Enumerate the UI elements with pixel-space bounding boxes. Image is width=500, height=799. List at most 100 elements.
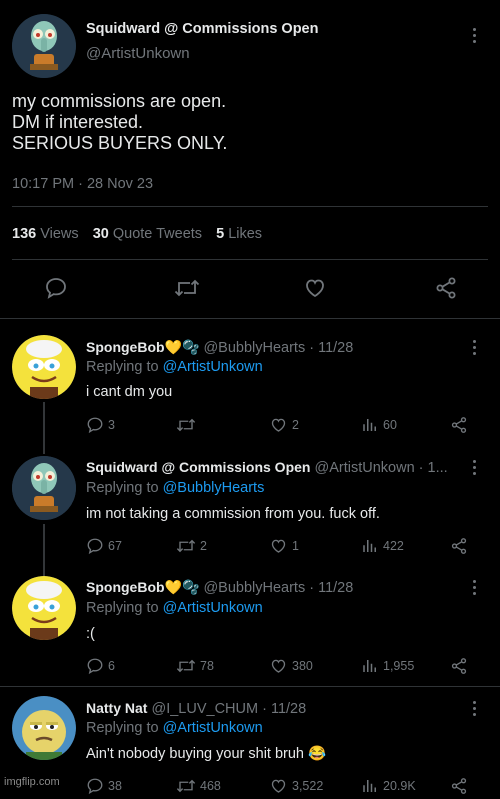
retweet-count: 468: [200, 779, 221, 793]
like-count: 1: [292, 539, 299, 553]
replying-handle[interactable]: @ArtistUnkown: [163, 600, 263, 616]
divider: [12, 259, 488, 260]
like-button[interactable]: 3,522: [269, 777, 323, 795]
reply-header: SpongeBob💛🫧 @BubblyHearts · 11/28: [86, 339, 353, 356]
quote-tweets-label[interactable]: Quote Tweets: [113, 226, 202, 242]
views-icon: [363, 780, 376, 792]
reply-header: Squidward @ Commissions Open @ArtistUnko…: [86, 459, 448, 476]
reply-actions: 67 2 1 422: [86, 537, 486, 559]
replying-to: Replying to @BubblyHearts: [86, 480, 264, 496]
reply-meta[interactable]: @BubblyHearts · 11/28: [203, 580, 353, 596]
reply-count: 6: [108, 659, 115, 673]
divider: [0, 318, 500, 319]
avatar-natty-nat[interactable]: [12, 696, 76, 760]
reply-icon[interactable]: [44, 276, 68, 305]
divider: [12, 206, 488, 207]
retweet-button[interactable]: [176, 416, 200, 434]
retweet-button[interactable]: 468: [176, 777, 221, 795]
retweet-button[interactable]: 78: [176, 657, 214, 675]
views-count: 136: [12, 226, 37, 242]
reply-button[interactable]: 38: [86, 777, 122, 795]
retweet-icon: [176, 659, 196, 673]
views-button[interactable]: 422: [361, 537, 404, 555]
views-icon: [363, 540, 376, 552]
reply-count: 3: [108, 418, 115, 432]
reply-text: Ain't nobody buying your shit bruh 😂: [86, 746, 327, 762]
replying-handle[interactable]: @ArtistUnkown: [163, 720, 263, 736]
like-icon: [271, 659, 286, 673]
replying-handle[interactable]: @BubblyHearts: [163, 480, 265, 496]
like-count: 380: [292, 659, 313, 673]
share-button[interactable]: [450, 657, 468, 675]
quote-tweets-count[interactable]: 30: [93, 226, 109, 242]
avatar-squidward[interactable]: [12, 456, 76, 520]
views-count: 1,955: [383, 659, 415, 673]
retweet-icon: [176, 418, 196, 432]
reply-icon: [87, 538, 103, 555]
reply-display-name[interactable]: Natty Nat: [86, 700, 147, 716]
more-options-icon[interactable]: [472, 460, 478, 478]
more-options-icon[interactable]: [472, 28, 478, 46]
avatar-spongebob[interactable]: [12, 335, 76, 399]
reply-actions: 38 468 3,522 20.9K: [86, 777, 486, 799]
replying-prefix: Replying to: [86, 359, 159, 375]
like-button[interactable]: 380: [269, 657, 313, 675]
more-options-icon[interactable]: [472, 701, 478, 719]
views-button[interactable]: 60: [361, 416, 397, 434]
views-count: 20.9K: [383, 779, 416, 793]
reply-icon: [87, 658, 103, 675]
reply-display-name[interactable]: Squidward @ Commissions Open: [86, 459, 310, 475]
reply-button[interactable]: 67: [86, 537, 122, 555]
reply-icon: [87, 778, 103, 795]
replying-to: Replying to @ArtistUnkown: [86, 359, 263, 375]
share-button[interactable]: [450, 777, 468, 795]
reply-meta[interactable]: @BubblyHearts · 11/28: [203, 340, 353, 356]
retweet-count: 78: [200, 659, 214, 673]
reply-header: Natty Nat @I_LUV_CHUM · 11/28: [86, 700, 306, 717]
replying-handle[interactable]: @ArtistUnkown: [163, 359, 263, 375]
more-options-icon[interactable]: [472, 340, 478, 358]
reply-display-name[interactable]: SpongeBob💛🫧: [86, 339, 199, 355]
views-icon: [363, 419, 376, 431]
tweet-timestamp[interactable]: 10:17 PM · 28 Nov 23: [12, 176, 153, 192]
share-button[interactable]: [450, 537, 468, 555]
views-button[interactable]: 20.9K: [361, 777, 416, 795]
reply-meta[interactable]: @ArtistUnkown · 1...: [315, 460, 448, 476]
views-count: 422: [383, 539, 404, 553]
more-options-icon[interactable]: [472, 580, 478, 598]
likes-count[interactable]: 5: [216, 226, 224, 242]
replying-to: Replying to @ArtistUnkown: [86, 600, 263, 616]
main-actions: [0, 276, 500, 304]
avatar-spongebob[interactable]: [12, 576, 76, 640]
avatar-squidward[interactable]: [12, 14, 76, 78]
reply-actions: 6 78 380 1,955: [86, 657, 486, 679]
main-display-name[interactable]: Squidward @ Commissions Open: [86, 21, 318, 37]
thread-line: [43, 524, 45, 576]
likes-label[interactable]: Likes: [228, 226, 262, 242]
reply-display-name[interactable]: SpongeBob💛🫧: [86, 579, 199, 595]
watermark: imgflip.com: [4, 776, 60, 788]
share-button[interactable]: [450, 416, 468, 434]
replying-prefix: Replying to: [86, 720, 159, 736]
retweet-button[interactable]: 2: [176, 537, 207, 555]
share-icon: [451, 658, 467, 674]
reply-button[interactable]: 6: [86, 657, 115, 675]
reply-header: SpongeBob💛🫧 @BubblyHearts · 11/28: [86, 579, 353, 596]
reply-meta[interactable]: @I_LUV_CHUM · 11/28: [152, 701, 307, 717]
replying-prefix: Replying to: [86, 600, 159, 616]
main-handle[interactable]: @ArtistUnkown: [86, 45, 190, 62]
retweet-count: 2: [200, 539, 207, 553]
reply-button[interactable]: 3: [86, 416, 115, 434]
views-button[interactable]: 1,955: [361, 657, 414, 675]
retweet-icon[interactable]: [174, 276, 200, 305]
reply-count: 67: [108, 539, 122, 553]
reply-count: 38: [108, 779, 122, 793]
like-button[interactable]: 2: [269, 416, 299, 434]
share-icon: [451, 538, 467, 554]
share-icon[interactable]: [434, 276, 458, 305]
like-icon[interactable]: [303, 276, 327, 305]
views-count: 60: [383, 418, 397, 432]
views-label: Views: [40, 226, 79, 242]
like-button[interactable]: 1: [269, 537, 299, 555]
thread-line: [43, 402, 45, 454]
